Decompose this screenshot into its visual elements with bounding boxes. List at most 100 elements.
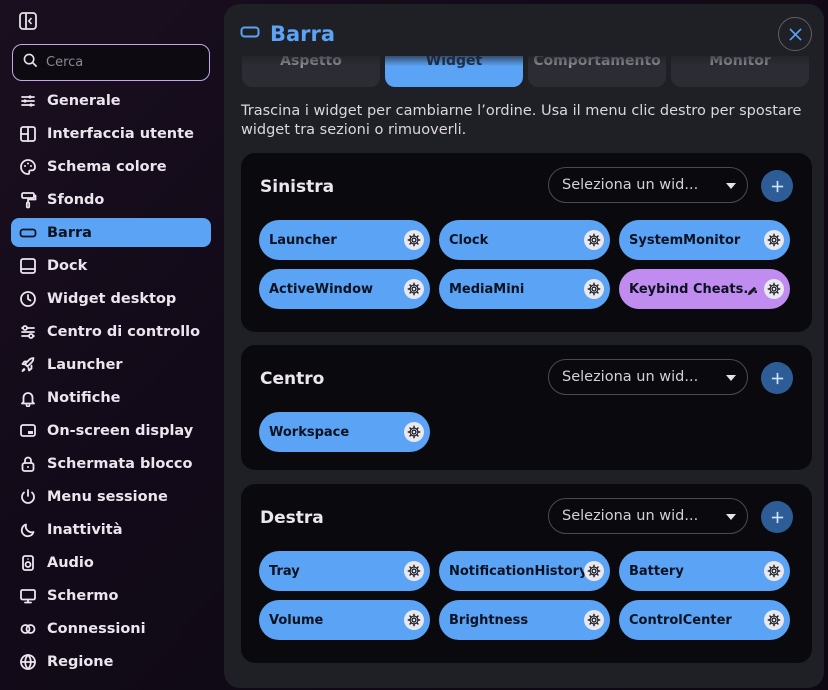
gear-icon[interactable] bbox=[404, 279, 424, 299]
sidebar-item-generale[interactable]: Generale bbox=[11, 86, 211, 115]
sidebar-item-notifiche[interactable]: Notifiche bbox=[11, 383, 211, 412]
section-destra: Destra Seleziona un wid... Tray Notificatio… bbox=[241, 484, 812, 663]
search-input[interactable] bbox=[46, 55, 196, 70]
sidebar-toggle-icon[interactable] bbox=[18, 11, 38, 31]
widget-chip-systemmonitor[interactable]: SystemMonitor bbox=[619, 220, 790, 260]
sidebar-item-centro-di-controllo[interactable]: Centro di controllo bbox=[11, 317, 211, 346]
widget-select-dropdown[interactable]: Seleziona un wid... bbox=[548, 359, 748, 395]
sidebar-item-label: Generale bbox=[47, 92, 121, 109]
close-icon bbox=[788, 27, 802, 41]
gear-icon[interactable] bbox=[404, 610, 424, 630]
widget-chip-label: Volume bbox=[269, 612, 324, 628]
sidebar-item-schermo[interactable]: Schermo bbox=[11, 581, 211, 610]
gear-icon[interactable] bbox=[584, 610, 604, 630]
plus-icon bbox=[771, 372, 783, 384]
osd-icon bbox=[19, 422, 37, 440]
widget-select-dropdown[interactable]: Seleziona un wid... bbox=[548, 498, 748, 534]
gear-icon[interactable] bbox=[764, 279, 784, 299]
chevron-down-icon bbox=[726, 514, 736, 520]
add-widget-button[interactable] bbox=[761, 170, 793, 202]
sidebar-item-connessioni[interactable]: Connessioni bbox=[11, 614, 211, 643]
widget-chip-brightness[interactable]: Brightness bbox=[439, 600, 610, 640]
widget-select-placeholder: Seleziona un wid... bbox=[562, 369, 699, 385]
widget-chip-clock[interactable]: Clock bbox=[439, 220, 610, 260]
search-icon bbox=[23, 53, 38, 72]
settings-panel: Aspetto Widget Comportamento Monitor Barra … bbox=[224, 4, 824, 688]
gear-icon[interactable] bbox=[584, 279, 604, 299]
sidebar-item-label: Schermata blocco bbox=[47, 455, 193, 472]
gear-icon[interactable] bbox=[764, 230, 784, 250]
gear-icon[interactable] bbox=[764, 561, 784, 581]
sidebar-item-audio[interactable]: Audio bbox=[11, 548, 211, 577]
widget-chip-label: MediaMini bbox=[449, 281, 525, 297]
sidebar-item-label: Regione bbox=[47, 653, 114, 670]
clock-icon bbox=[19, 290, 37, 308]
widget-chip-label: ControlCenter bbox=[629, 612, 732, 628]
layout-icon bbox=[19, 125, 37, 143]
bar-icon bbox=[19, 224, 37, 242]
widget-chip-label: Tray bbox=[269, 563, 300, 579]
add-widget-button[interactable] bbox=[761, 362, 793, 394]
sidebar-item-label: Schema colore bbox=[47, 158, 167, 175]
gear-icon[interactable] bbox=[404, 561, 424, 581]
widget-chip-notificationhistory[interactable]: NotificationHistory bbox=[439, 551, 610, 591]
widget-select-dropdown[interactable]: Seleziona un wid... bbox=[548, 167, 748, 203]
widget-chip-label: NotificationHistory bbox=[449, 563, 588, 579]
page-title: Barra bbox=[270, 22, 336, 46]
widget-chip-tray[interactable]: Tray bbox=[259, 551, 430, 591]
widget-chip-workspace[interactable]: Workspace bbox=[259, 412, 430, 452]
sidebar-item-interfaccia-utente[interactable]: Interfaccia utente bbox=[11, 119, 211, 148]
sidebar-item-label: Barra bbox=[47, 224, 92, 241]
widget-chip-volume[interactable]: Volume bbox=[259, 600, 430, 640]
sidebar-item-regione[interactable]: Regione bbox=[11, 647, 211, 676]
widget-chip-launcher[interactable]: Launcher bbox=[259, 220, 430, 260]
widget-chip-battery[interactable]: Battery bbox=[619, 551, 790, 591]
sidebar-item-label: Sfondo bbox=[47, 191, 105, 208]
widget-chip-label: SystemMonitor bbox=[629, 232, 741, 248]
sidebar-item-label: On-screen display bbox=[47, 422, 194, 439]
sidebar-item-dock[interactable]: Dock bbox=[11, 251, 211, 280]
widget-chip-label: ActiveWindow bbox=[269, 281, 374, 297]
gear-icon[interactable] bbox=[404, 230, 424, 250]
widget-chip-keybind-cheats[interactable]: Keybind Cheats... bbox=[619, 269, 790, 309]
sidebar-item-widget-desktop[interactable]: Widget desktop bbox=[11, 284, 211, 313]
tab-label: Widget bbox=[425, 56, 483, 69]
gear-icon[interactable] bbox=[404, 422, 424, 442]
dock-icon bbox=[19, 257, 37, 275]
sidebar-item-label: Menu sessione bbox=[47, 488, 168, 505]
widget-select-placeholder: Seleziona un wid... bbox=[562, 177, 699, 193]
sidebar-item-barra[interactable]: Barra bbox=[11, 218, 211, 247]
sidebar-item-label: Dock bbox=[47, 257, 88, 274]
sidebar-item-label: Launcher bbox=[47, 356, 123, 373]
edit-icon[interactable] bbox=[746, 282, 760, 296]
bell-icon bbox=[19, 389, 37, 407]
widget-chip-activewindow[interactable]: ActiveWindow bbox=[259, 269, 430, 309]
sidebar-item-schermata-blocco[interactable]: Schermata blocco bbox=[11, 449, 211, 478]
palette-icon bbox=[19, 158, 37, 176]
tab-widget[interactable]: Widget bbox=[385, 56, 523, 87]
sidebar-item-label: Connessioni bbox=[47, 620, 146, 637]
widget-chip-mediamini[interactable]: MediaMini bbox=[439, 269, 610, 309]
sidebar-item-on-screen-display[interactable]: On-screen display bbox=[11, 416, 211, 445]
widget-chip-controlcenter[interactable]: ControlCenter bbox=[619, 600, 790, 640]
sidebar-item-inattività[interactable]: Inattività bbox=[11, 515, 211, 544]
tab-comportamento[interactable]: Comportamento bbox=[528, 56, 666, 87]
search-box[interactable] bbox=[12, 44, 210, 81]
add-widget-button[interactable] bbox=[761, 501, 793, 533]
section-title: Centro bbox=[260, 369, 325, 389]
gear-icon[interactable] bbox=[584, 230, 604, 250]
control-center-icon bbox=[19, 323, 37, 341]
sidebar-item-launcher[interactable]: Launcher bbox=[11, 350, 211, 379]
sidebar-item-label: Interfaccia utente bbox=[47, 125, 194, 142]
gear-icon[interactable] bbox=[584, 561, 604, 581]
tab-aspetto[interactable]: Aspetto bbox=[242, 56, 380, 87]
close-button[interactable] bbox=[778, 17, 812, 51]
tab-label: Aspetto bbox=[280, 56, 342, 69]
gear-icon[interactable] bbox=[764, 610, 784, 630]
sidebar-item-sfondo[interactable]: Sfondo bbox=[11, 185, 211, 214]
sidebar-item-schema-colore[interactable]: Schema colore bbox=[11, 152, 211, 181]
tab-monitor[interactable]: Monitor bbox=[671, 56, 809, 87]
sidebar-item-menu-sessione[interactable]: Menu sessione bbox=[11, 482, 211, 511]
tab-label: Comportamento bbox=[533, 56, 661, 69]
power-icon bbox=[19, 488, 37, 506]
